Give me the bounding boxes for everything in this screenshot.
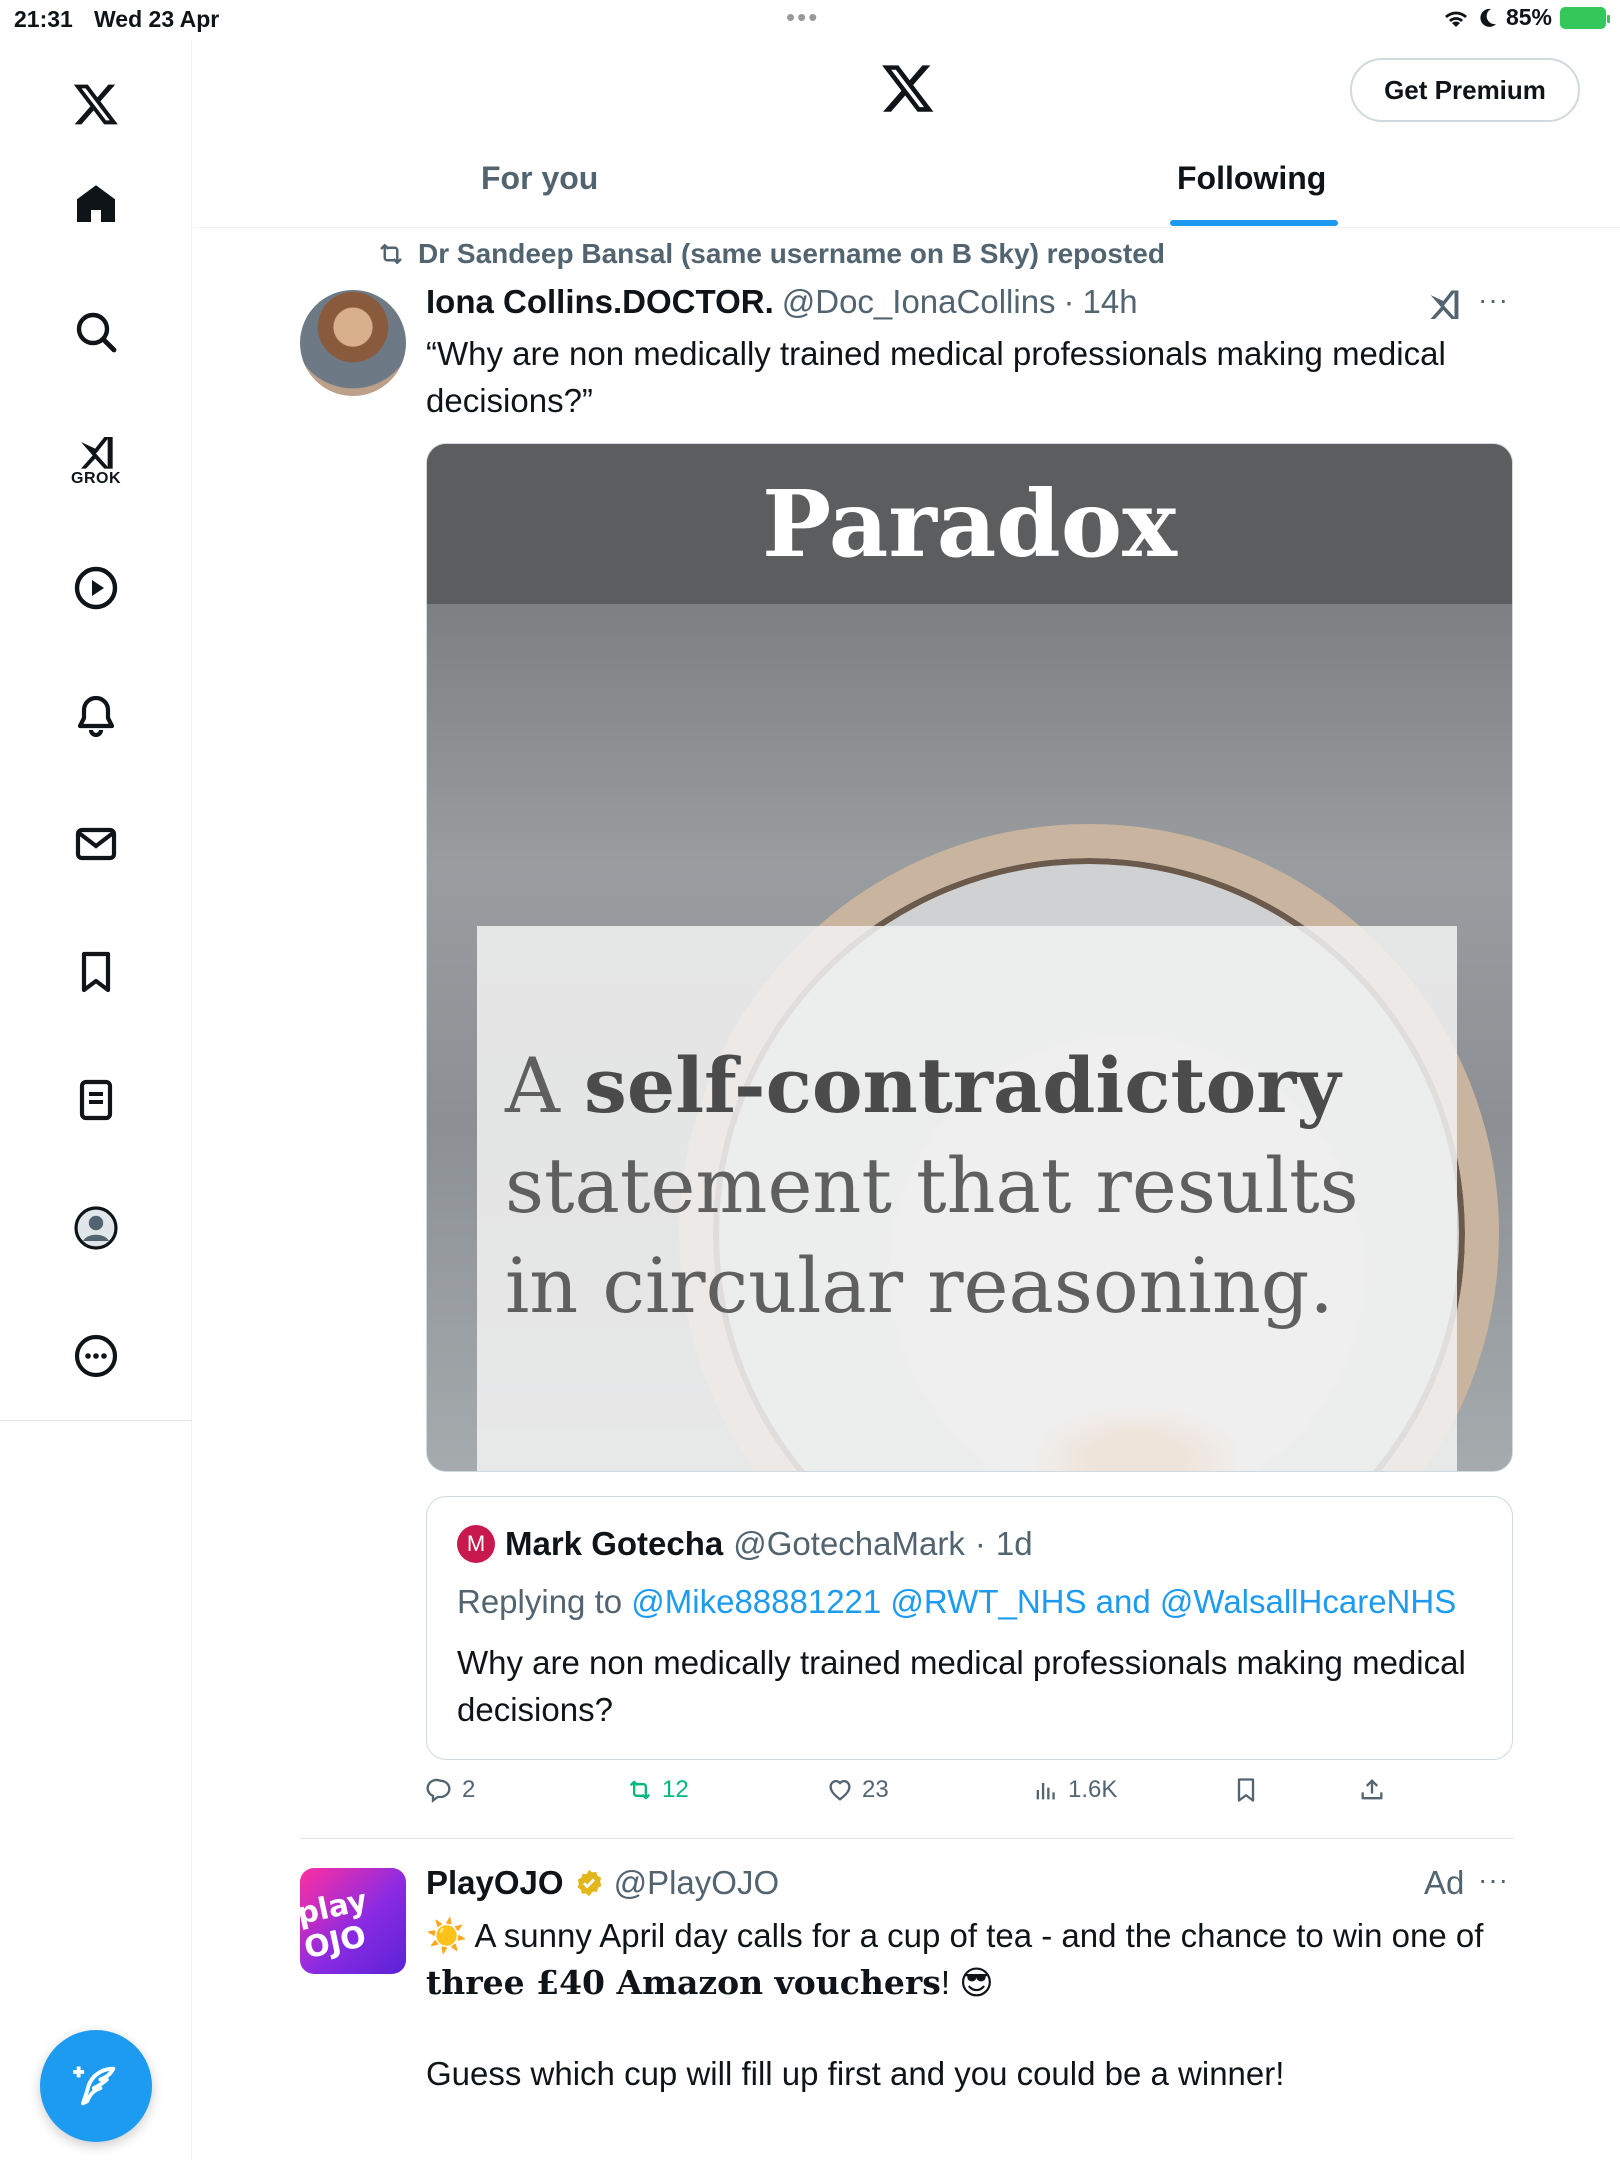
- avatar[interactable]: play OJO: [294, 1868, 406, 1974]
- tweet-more-icon[interactable]: ···: [1478, 1864, 1509, 1896]
- quoted-author-handle: @GotechaMark: [733, 1525, 965, 1562]
- share-icon: [1361, 1779, 1383, 1800]
- more-options-icon[interactable]: [52, 1312, 140, 1400]
- moon-icon: [1480, 8, 1496, 27]
- profile-icon[interactable]: [52, 1184, 140, 1272]
- views-button[interactable]: 1.6K: [1032, 1776, 1117, 1804]
- sidebar: GROK: [0, 40, 192, 2160]
- like-count: 23: [862, 1776, 889, 1803]
- notifications-icon[interactable]: [52, 672, 140, 760]
- tweet-text: ☀️ A sunny April day calls for a cup of …: [426, 1912, 1516, 2006]
- image-text-card: A self-contradictory statement that resu…: [477, 926, 1457, 1471]
- repost-button[interactable]: 12: [626, 1776, 689, 1804]
- tweet-image[interactable]: Paradox A self-contradictory statement t…: [426, 443, 1513, 1472]
- quoted-time: 1d: [995, 1525, 1033, 1562]
- like-button[interactable]: 23: [826, 1776, 889, 1804]
- image-header-band: Paradox: [427, 444, 1512, 604]
- reply-icon: [426, 1778, 451, 1803]
- views-chart-icon: [1036, 1783, 1055, 1800]
- quoted-author-name: Mark Gotecha: [505, 1525, 724, 1562]
- tab-for-you[interactable]: For you: [481, 160, 598, 204]
- bookmarks-icon[interactable]: [52, 928, 140, 1016]
- view-count: 1.6K: [1068, 1776, 1118, 1803]
- avatar[interactable]: [300, 290, 406, 396]
- grok-explain-icon[interactable]: [1426, 286, 1462, 322]
- tweet-more-icon[interactable]: ···: [1478, 284, 1509, 316]
- quoted-avatar: M: [457, 1525, 495, 1563]
- tab-following[interactable]: Following: [1177, 160, 1326, 204]
- sidebar-divider: [0, 1420, 192, 1421]
- avatar-brand-text: play OJO: [293, 1883, 371, 1967]
- tweet-text: “Why are non medically trained medical p…: [426, 335, 1446, 419]
- bookmark-button[interactable]: [1232, 1776, 1260, 1804]
- ad-text-bold: three £40 Amazon vouchers: [426, 1963, 941, 2002]
- home-icon[interactable]: [52, 160, 140, 248]
- status-date: Wed 23 Apr: [94, 6, 220, 32]
- repost-context[interactable]: Dr Sandeep Bansal (same username on B Sk…: [376, 238, 1165, 270]
- quoted-author-line: M Mark Gotecha @GotechaMark · 1d: [457, 1525, 1033, 1563]
- image-title: Paradox: [762, 470, 1177, 578]
- status-time: 21:31: [14, 6, 73, 32]
- grok-icon[interactable]: GROK: [52, 416, 140, 504]
- sun-emoji-icon: ☀️: [426, 1917, 468, 1954]
- separator-dot: ·: [1063, 283, 1075, 320]
- author-handle[interactable]: @Doc_IonaCollins: [782, 283, 1056, 321]
- ad-text-part2: !: [940, 1964, 960, 2001]
- x-logo-icon[interactable]: [52, 60, 140, 148]
- multitasking-dots-icon[interactable]: •••: [786, 2, 819, 33]
- image-definition-rest: statement that results in circular reaso…: [505, 1141, 1359, 1330]
- get-premium-button[interactable]: Get Premium: [1350, 58, 1580, 122]
- quoted-tweet[interactable]: M Mark Gotecha @GotechaMark · 1d Replyin…: [426, 1496, 1513, 1760]
- battery-icon: [1560, 6, 1610, 29]
- image-background: A self-contradictory statement that resu…: [427, 604, 1512, 1471]
- sunglasses-emoji-icon: 😎: [959, 1964, 994, 2001]
- tweet-actions: 2 12 23 1.6K: [426, 1776, 1516, 1816]
- tweet-text-line2: Guess which cup will fill up first and y…: [426, 2055, 1285, 2092]
- header-x-logo-icon[interactable]: [880, 60, 936, 116]
- wifi-icon: [1444, 11, 1467, 27]
- author-handle[interactable]: @PlayOJO: [614, 1864, 780, 1902]
- repost-text: Dr Sandeep Bansal (same username on B Sk…: [418, 238, 1165, 269]
- tweet-time[interactable]: 14h: [1083, 283, 1138, 321]
- tweet-divider: [300, 1838, 1514, 1839]
- author-name[interactable]: PlayOJO: [426, 1864, 564, 1902]
- compose-feather-icon: [73, 2066, 116, 2106]
- lists-icon[interactable]: [52, 1056, 140, 1144]
- status-bar: 21:31 Wed 23 Apr ••• 85%: [0, 0, 1620, 40]
- messages-icon[interactable]: [52, 800, 140, 888]
- image-definition: A self-contradictory statement that resu…: [505, 1036, 1455, 1336]
- repost-icon: [629, 1780, 651, 1800]
- replying-to-prefix: Replying to: [457, 1583, 632, 1620]
- image-definition-prefix: A: [505, 1041, 585, 1130]
- image-definition-bold: self-contradictory: [584, 1041, 1341, 1130]
- author-name[interactable]: Iona Collins.DOCTOR.: [426, 283, 774, 321]
- tweet-author-line: Iona Collins.DOCTOR. @Doc_IonaCollins · …: [426, 283, 1138, 321]
- quoted-text: Why are non medically trained medical pr…: [457, 1644, 1466, 1728]
- ad-text-part1: A sunny April day calls for a cup of tea…: [467, 1917, 1484, 1954]
- repost-count: 12: [662, 1776, 689, 1803]
- tweet-author-line: PlayOJO @PlayOJO: [426, 1864, 779, 1902]
- replying-to: Replying to @Mike88881221 @RWT_NHS and @…: [457, 1583, 1456, 1621]
- repost-icon: [380, 244, 402, 264]
- compose-button[interactable]: [40, 2030, 152, 2142]
- separator-dot: ·: [974, 1525, 986, 1562]
- active-tab-indicator: [1170, 220, 1338, 226]
- battery-percent: 85%: [1505, 4, 1552, 30]
- share-button[interactable]: [1358, 1776, 1386, 1804]
- replying-to-mentions[interactable]: @Mike88881221 @RWT_NHS and @WalsallHcare…: [631, 1583, 1456, 1620]
- ad-label: Ad: [1424, 1864, 1465, 1901]
- reply-count: 2: [462, 1776, 476, 1803]
- search-icon[interactable]: [52, 288, 140, 376]
- heart-icon: [829, 1780, 851, 1801]
- header-divider: [193, 227, 1620, 228]
- verified-badge-icon: [576, 1869, 602, 1897]
- bookmark-icon: [1237, 1778, 1255, 1802]
- video-icon[interactable]: [52, 544, 140, 632]
- status-right: 85%: [1442, 4, 1610, 31]
- grok-label: GROK: [71, 470, 121, 487]
- reply-button[interactable]: 2: [426, 1776, 475, 1804]
